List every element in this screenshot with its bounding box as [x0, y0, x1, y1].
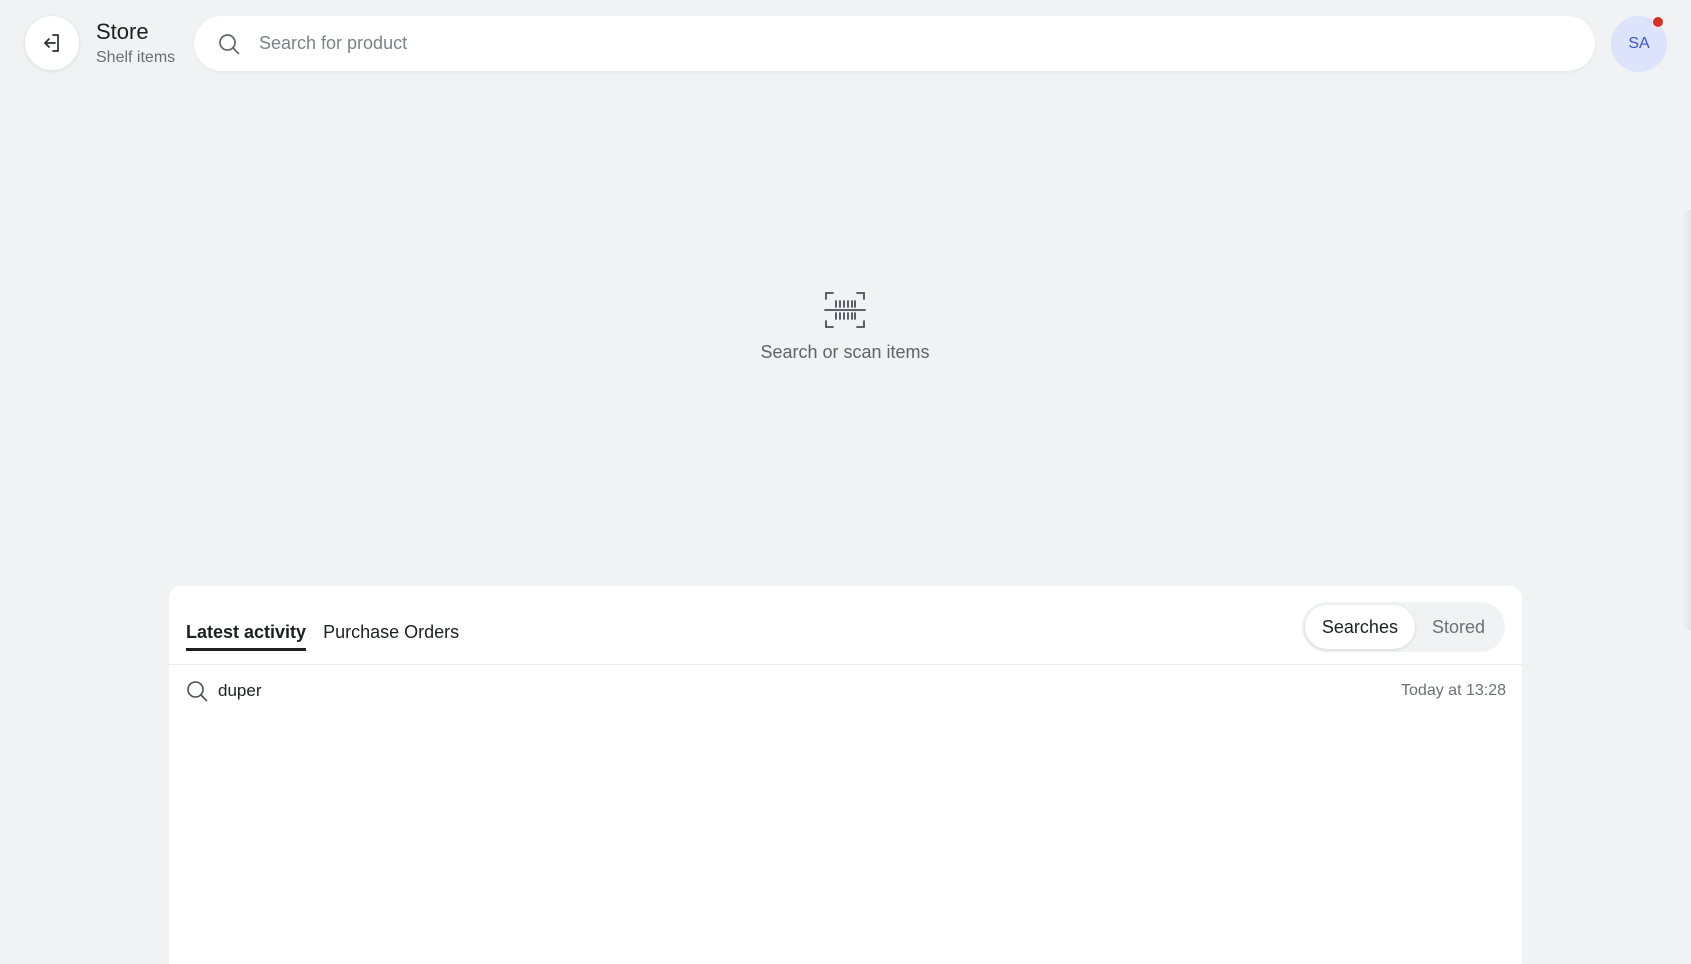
segment-searches[interactable]: Searches: [1304, 605, 1415, 649]
search-icon: [219, 34, 240, 55]
empty-state-text: Search or scan items: [760, 342, 930, 362]
tab-purchase-orders[interactable]: Purchase Orders: [323, 622, 459, 651]
avatar-initials: SA: [1628, 35, 1650, 52]
search-query: duper: [218, 681, 262, 700]
searches-stored-toggle: Searches Stored: [1301, 602, 1505, 652]
timestamp: Today at 13:28: [1401, 682, 1506, 699]
segment-stored[interactable]: Stored: [1415, 605, 1502, 649]
notification-dot: [1652, 16, 1664, 28]
list-item[interactable]: duper Today at 13:28: [169, 665, 1522, 721]
title-block: Store Shelf items: [96, 18, 175, 69]
product-search-bar[interactable]: [194, 16, 1595, 71]
barcode-scan-icon: [824, 292, 866, 328]
tab-latest-activity[interactable]: Latest activity: [186, 622, 307, 651]
search-input[interactable]: [257, 16, 1557, 71]
top-bar: Store Shelf items SA: [0, 0, 1691, 86]
side-drawer-edge: [1681, 210, 1691, 630]
page-subtitle: Shelf items: [96, 49, 176, 66]
exit-button[interactable]: [25, 16, 79, 70]
search-icon: [187, 681, 208, 702]
activity-tabs: Latest activity Purchase Orders: [186, 622, 459, 651]
empty-state: Search or scan items: [745, 288, 945, 363]
page-title: Store: [96, 19, 149, 44]
activity-panel: Latest activity Purchase Orders Searches…: [169, 586, 1522, 964]
exit-arrow-icon: [44, 34, 59, 52]
